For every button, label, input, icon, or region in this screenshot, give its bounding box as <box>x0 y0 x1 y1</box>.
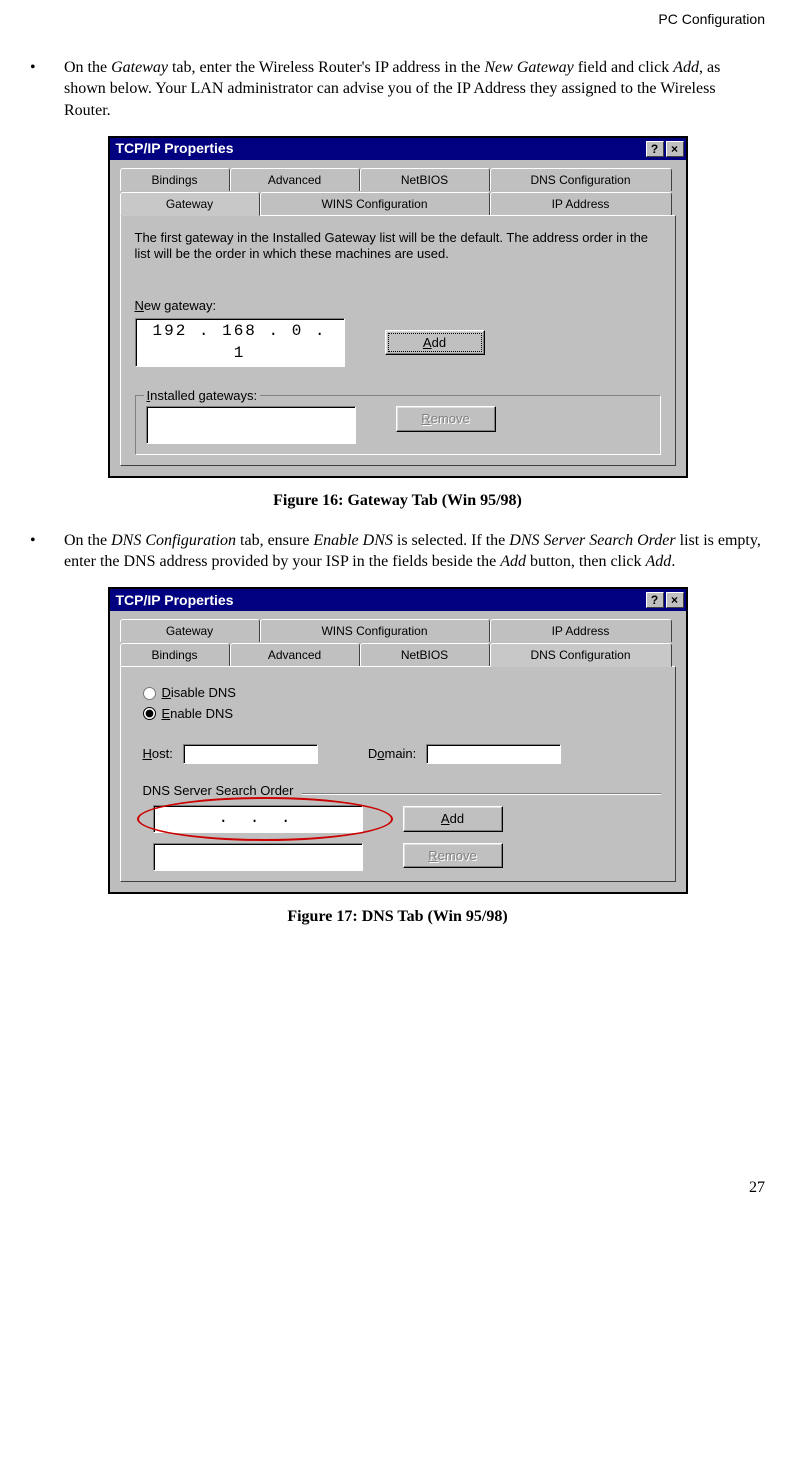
new-gateway-ip-field[interactable]: 192 . 168 . 0 . 1 <box>135 318 345 367</box>
bullet-marker: • <box>30 530 64 573</box>
page-header-section: PC Configuration <box>30 10 765 29</box>
t: ost: <box>152 746 173 761</box>
t: R <box>428 848 437 863</box>
t: Add <box>646 553 672 570</box>
dns-search-order-label: DNS Server Search Order <box>143 782 294 800</box>
dns-ip-field[interactable]: . . . <box>153 805 363 833</box>
tabs-back-row: Gateway WINS Configuration IP Address <box>120 619 676 642</box>
disable-dns-radio[interactable]: Disable DNS <box>143 684 661 702</box>
dns-server-list[interactable] <box>153 843 363 871</box>
t: tab, enter the Wireless Router's IP addr… <box>168 59 484 76</box>
help-button[interactable]: ? <box>646 592 664 608</box>
installed-gateways-group: Installed gateways: Remove <box>135 395 661 455</box>
tabs-front-row: Gateway WINS Configuration IP Address <box>120 191 676 215</box>
titlebar: TCP/IP Properties ? × <box>110 138 686 160</box>
t: N <box>135 298 144 313</box>
add-button[interactable]: Add <box>385 330 485 356</box>
t: . <box>671 553 675 570</box>
t: On the <box>64 532 111 549</box>
add-button[interactable]: Add <box>403 806 503 832</box>
tcpip-properties-dialog: TCP/IP Properties ? × Gateway WINS Confi… <box>108 587 688 894</box>
host-field[interactable] <box>183 744 318 764</box>
t: tab, ensure <box>236 532 313 549</box>
t: ew gateway: <box>144 298 216 313</box>
tab-ip-address[interactable]: IP Address <box>490 619 672 642</box>
bullet-item: • On the DNS Configuration tab, ensure E… <box>30 530 765 573</box>
tab-bindings[interactable]: Bindings <box>120 168 230 191</box>
bullet-item: • On the Gateway tab, enter the Wireless… <box>30 57 765 122</box>
t: dd <box>432 335 446 350</box>
t: Add <box>500 553 526 570</box>
t: field and click <box>574 59 674 76</box>
domain-label: Domain: <box>368 745 416 763</box>
enable-dns-radio[interactable]: Enable DNS <box>143 705 661 723</box>
close-button[interactable]: × <box>666 592 684 608</box>
t: dd <box>450 811 464 826</box>
domain-field[interactable] <box>426 744 561 764</box>
t: DNS Server Search Order <box>509 532 675 549</box>
divider <box>302 793 661 795</box>
titlebar: TCP/IP Properties ? × <box>110 589 686 611</box>
t: R <box>421 411 430 426</box>
tab-netbios[interactable]: NetBIOS <box>360 168 490 191</box>
remove-button[interactable]: Remove <box>396 406 496 432</box>
figure-caption-16: Figure 16: Gateway Tab (Win 95/98) <box>30 490 765 512</box>
t: Gateway <box>111 59 168 76</box>
highlight-oval: . . . <box>153 805 363 833</box>
tabs-front-row: Bindings Advanced NetBIOS DNS Configurat… <box>120 642 676 666</box>
bullet-text: On the Gateway tab, enter the Wireless R… <box>64 57 765 122</box>
t: Enable DNS <box>313 532 393 549</box>
page-number: 27 <box>30 1177 765 1199</box>
t: A <box>441 811 450 826</box>
tab-gateway[interactable]: Gateway <box>120 192 260 216</box>
tab-bindings[interactable]: Bindings <box>120 643 230 666</box>
tab-advanced[interactable]: Advanced <box>230 168 360 191</box>
radio-input[interactable] <box>143 707 156 720</box>
installed-gateways-list[interactable] <box>146 406 356 444</box>
tab-dns-configuration[interactable]: DNS Configuration <box>490 168 672 191</box>
tab-netbios[interactable]: NetBIOS <box>360 643 490 666</box>
help-button[interactable]: ? <box>646 141 664 157</box>
t: emove <box>438 848 477 863</box>
t: nable DNS <box>170 706 233 721</box>
t: E <box>162 706 171 721</box>
t: D <box>162 685 171 700</box>
t: button, then click <box>526 553 646 570</box>
figure-gateway-dialog: TCP/IP Properties ? × Bindings Advanced … <box>30 136 765 479</box>
tab-advanced[interactable]: Advanced <box>230 643 360 666</box>
tab-wins-configuration[interactable]: WINS Configuration <box>260 619 490 642</box>
bullet-marker: • <box>30 57 64 122</box>
tab-wins-configuration[interactable]: WINS Configuration <box>260 192 490 215</box>
installed-gateways-label: Installed gateways: <box>144 387 261 405</box>
tab-dns-configuration[interactable]: DNS Configuration <box>490 643 672 667</box>
host-label: Host: <box>143 745 173 763</box>
figure-dns-dialog: TCP/IP Properties ? × Gateway WINS Confi… <box>30 587 765 894</box>
new-gateway-label: New gateway: <box>135 297 661 315</box>
radio-input[interactable] <box>143 687 156 700</box>
t: On the <box>64 59 111 76</box>
t: emove <box>431 411 470 426</box>
t: isable DNS <box>171 685 236 700</box>
t: A <box>423 335 432 350</box>
tabs-back-row: Bindings Advanced NetBIOS DNS Configurat… <box>120 168 676 191</box>
bullet-text: On the DNS Configuration tab, ensure Ena… <box>64 530 765 573</box>
tab-gateway[interactable]: Gateway <box>120 619 260 642</box>
figure-caption-17: Figure 17: DNS Tab (Win 95/98) <box>30 906 765 928</box>
tab-ip-address[interactable]: IP Address <box>490 192 672 215</box>
remove-button[interactable]: Remove <box>403 843 503 869</box>
close-button[interactable]: × <box>666 141 684 157</box>
gateway-info-text: The first gateway in the Installed Gatew… <box>135 230 661 263</box>
t: nstalled gateways: <box>150 388 257 403</box>
t: Add <box>673 59 699 76</box>
gateway-tab-panel: The first gateway in the Installed Gatew… <box>120 215 676 466</box>
t: H <box>143 746 152 761</box>
dialog-title: TCP/IP Properties <box>112 591 644 610</box>
tcpip-properties-dialog: TCP/IP Properties ? × Bindings Advanced … <box>108 136 688 479</box>
dns-tab-panel: Disable DNS Enable DNS Host: Domain: DNS… <box>120 666 676 881</box>
dialog-title: TCP/IP Properties <box>112 139 644 158</box>
t: New Gateway <box>484 59 573 76</box>
t: DNS Configuration <box>111 532 236 549</box>
t: is selected. If the <box>393 532 509 549</box>
